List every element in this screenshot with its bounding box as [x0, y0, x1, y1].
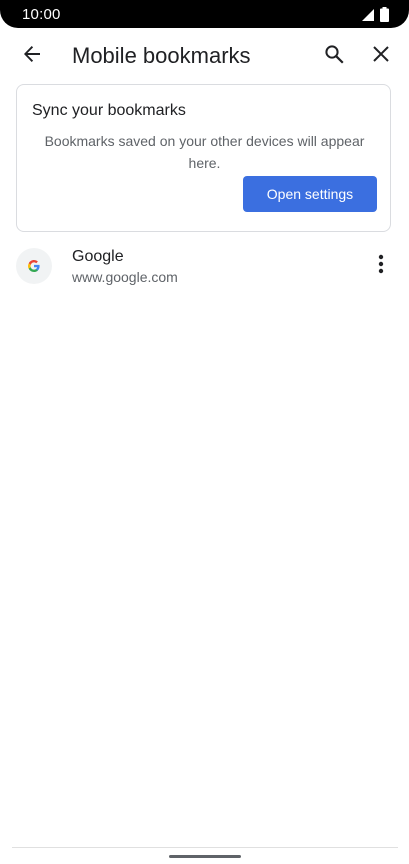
sync-card-description: Bookmarks saved on your other devices wi…: [44, 133, 365, 171]
signal-icon: [361, 8, 375, 27]
screen: 10:00 Mobile bookmarks Sync your bookmar…: [0, 0, 409, 864]
open-settings-button[interactable]: Open settings: [243, 176, 377, 212]
bookmark-item[interactable]: Google www.google.com: [0, 240, 409, 296]
status-bar: 10:00: [0, 0, 409, 28]
sync-card-title: Sync your bookmarks: [32, 102, 186, 119]
status-time: 10:00: [22, 6, 61, 23]
google-favicon-icon: [16, 248, 52, 284]
bookmark-more-button[interactable]: [366, 246, 396, 286]
home-gesture-handle[interactable]: [169, 855, 241, 858]
battery-icon: [380, 7, 389, 27]
more-vert-icon: [378, 254, 384, 279]
search-button[interactable]: [314, 36, 354, 76]
sync-promo-card: Sync your bookmarks Bookmarks saved on y…: [16, 84, 391, 232]
arrow-back-icon: [22, 44, 42, 69]
bookmark-url: www.google.com: [72, 269, 178, 285]
page-title: Mobile bookmarks: [72, 43, 251, 68]
close-icon: [372, 45, 390, 68]
app-bar: Mobile bookmarks: [0, 28, 409, 84]
bookmark-title: Google: [72, 248, 124, 265]
status-icons: [361, 7, 389, 27]
bottom-divider: [12, 847, 398, 848]
close-button[interactable]: [361, 36, 401, 76]
search-icon: [324, 44, 344, 69]
back-button[interactable]: [12, 36, 52, 76]
